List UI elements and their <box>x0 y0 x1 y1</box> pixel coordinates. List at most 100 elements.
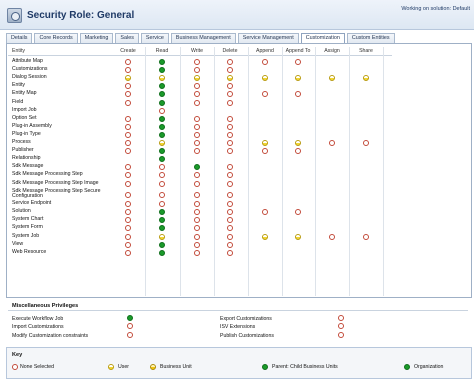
column-separator <box>282 47 283 296</box>
privilege-write-none-icon[interactable] <box>194 115 200 122</box>
key-label-none-selected: None Selected <box>20 364 55 370</box>
key-label-user: User <box>118 364 129 370</box>
entity-label: Process <box>12 139 31 145</box>
privilege-append-to-none-icon[interactable] <box>295 59 301 65</box>
key-label-organization: Organization <box>414 364 444 370</box>
privilege-delete-none-icon[interactable] <box>227 140 233 146</box>
entity-label: Import Job <box>12 106 37 113</box>
key-title: Key <box>12 352 23 358</box>
entity-label: System Chart <box>12 216 44 223</box>
privilege-read-user-icon[interactable] <box>159 140 165 146</box>
privilege-share-none-icon[interactable] <box>363 140 369 146</box>
privilege-write-none-icon[interactable] <box>194 123 200 130</box>
misc-export-customizations-none-icon[interactable] <box>338 315 344 321</box>
key-organization-icon <box>404 364 410 370</box>
misc-isv-extensions-none-icon[interactable] <box>338 323 344 329</box>
entity-label: Sdk Message Processing Step Image <box>12 179 99 186</box>
privilege-read-org-icon[interactable] <box>159 123 165 130</box>
entity-label: Attribute Map <box>12 58 43 64</box>
privilege-create-none-icon[interactable] <box>125 123 131 130</box>
entity-label: Plug-in Assembly <box>12 122 52 129</box>
header-divider <box>8 55 392 56</box>
misc-import-customizations-none-icon[interactable] <box>127 323 133 329</box>
privilege-append-user-icon[interactable] <box>262 140 268 146</box>
privilege-write-none-icon[interactable] <box>194 191 200 198</box>
privilege-write-none-icon[interactable] <box>194 99 200 106</box>
tab-marketing[interactable]: Marketing <box>79 33 114 43</box>
privilege-delete-none-icon[interactable] <box>227 131 233 138</box>
tab-core-records[interactable]: Core Records <box>34 33 78 43</box>
privilege-append-to-user-icon[interactable] <box>295 140 301 146</box>
privilege-create-none-icon[interactable] <box>125 241 131 248</box>
privilege-share-none-icon[interactable] <box>363 233 369 240</box>
privilege-create-none-icon[interactable] <box>125 59 131 65</box>
privilege-read-user-icon[interactable] <box>159 233 165 240</box>
key-label-business-unit: Business Unit <box>160 364 192 370</box>
privilege-read-none-icon[interactable] <box>159 191 165 198</box>
privilege-write-none-icon[interactable] <box>194 59 200 65</box>
misc-publish-customizations-none-icon[interactable] <box>338 332 344 338</box>
entity-label: Entity Map <box>12 90 37 97</box>
privilege-delete-none-icon[interactable] <box>227 99 233 106</box>
misc-modify-customization-constraints-none-icon[interactable] <box>127 332 133 338</box>
privilege-assign-none-icon[interactable] <box>329 233 335 240</box>
privilege-delete-none-icon[interactable] <box>227 180 233 187</box>
entity-label: Sdk Message Processing Step <box>12 171 83 178</box>
column-separator <box>145 47 146 296</box>
solution-label: Working on solution: Default <box>401 6 470 12</box>
privilege-create-none-icon[interactable] <box>125 191 131 198</box>
tab-sales[interactable]: Sales <box>115 33 139 43</box>
tab-service[interactable]: Service <box>140 33 169 43</box>
column-separator <box>383 47 384 296</box>
entity-label: Publisher <box>12 147 34 154</box>
privilege-write-none-icon[interactable] <box>194 249 200 256</box>
privilege-append-user-icon[interactable] <box>262 233 268 240</box>
privilege-delete-none-icon[interactable] <box>227 241 233 248</box>
privilege-append-to-user-icon[interactable] <box>295 233 301 240</box>
entity-label: Entity <box>12 82 25 89</box>
column-separator <box>248 47 249 296</box>
privilege-read-org-icon[interactable] <box>159 99 165 106</box>
tab-service-management[interactable]: Service Management <box>237 33 299 43</box>
privilege-read-org-icon[interactable] <box>159 249 165 256</box>
privilege-create-none-icon[interactable] <box>125 249 131 256</box>
privilege-create-none-icon[interactable] <box>125 131 131 138</box>
privilege-delete-none-icon[interactable] <box>227 249 233 256</box>
privilege-create-none-icon[interactable] <box>125 140 131 146</box>
privilege-delete-none-icon[interactable] <box>227 123 233 130</box>
entity-label: Sdk Message <box>12 163 44 170</box>
misc-divider <box>8 310 468 311</box>
privilege-delete-none-icon[interactable] <box>227 233 233 240</box>
privilege-create-none-icon[interactable] <box>125 115 131 122</box>
privilege-write-none-icon[interactable] <box>194 140 200 146</box>
entity-label: Plug-in Type <box>12 130 41 137</box>
tab-details[interactable]: Details <box>6 33 33 43</box>
privilege-append-none-icon[interactable] <box>262 59 268 65</box>
misc-execute-workflow-job-org-icon[interactable] <box>127 315 133 321</box>
privilege-delete-none-icon[interactable] <box>227 115 233 122</box>
privilege-write-none-icon[interactable] <box>194 241 200 248</box>
entity-label: Relationship <box>12 155 41 162</box>
privilege-read-org-icon[interactable] <box>159 131 165 138</box>
privilege-write-none-icon[interactable] <box>194 233 200 240</box>
page-title: Security Role: General <box>27 10 135 21</box>
privilege-create-none-icon[interactable] <box>125 180 131 187</box>
privilege-delete-none-icon[interactable] <box>227 59 233 65</box>
misc-privileges-title: Miscellaneous Privileges <box>12 303 79 309</box>
misc-label-export-customizations: Export Customizations <box>220 316 272 322</box>
privilege-read-none-icon[interactable] <box>159 107 165 114</box>
privilege-create-none-icon[interactable] <box>125 99 131 106</box>
privilege-read-none-icon[interactable] <box>159 180 165 187</box>
tab-custom-entities[interactable]: Custom Entities <box>346 33 395 43</box>
privilege-create-none-icon[interactable] <box>125 233 131 240</box>
privilege-read-org-icon[interactable] <box>159 241 165 248</box>
privilege-read-org-icon[interactable] <box>159 59 165 65</box>
privilege-delete-none-icon[interactable] <box>227 191 233 198</box>
tab-strip: Details Core Records Marketing Sales Service… <box>6 33 397 44</box>
entity-label: System Form <box>12 224 43 231</box>
privilege-read-org-icon[interactable] <box>159 115 165 122</box>
privilege-write-none-icon[interactable] <box>194 131 200 138</box>
tab-business-management[interactable]: Business Management <box>170 33 236 43</box>
privilege-write-none-icon[interactable] <box>194 180 200 187</box>
privilege-assign-none-icon[interactable] <box>329 140 335 146</box>
